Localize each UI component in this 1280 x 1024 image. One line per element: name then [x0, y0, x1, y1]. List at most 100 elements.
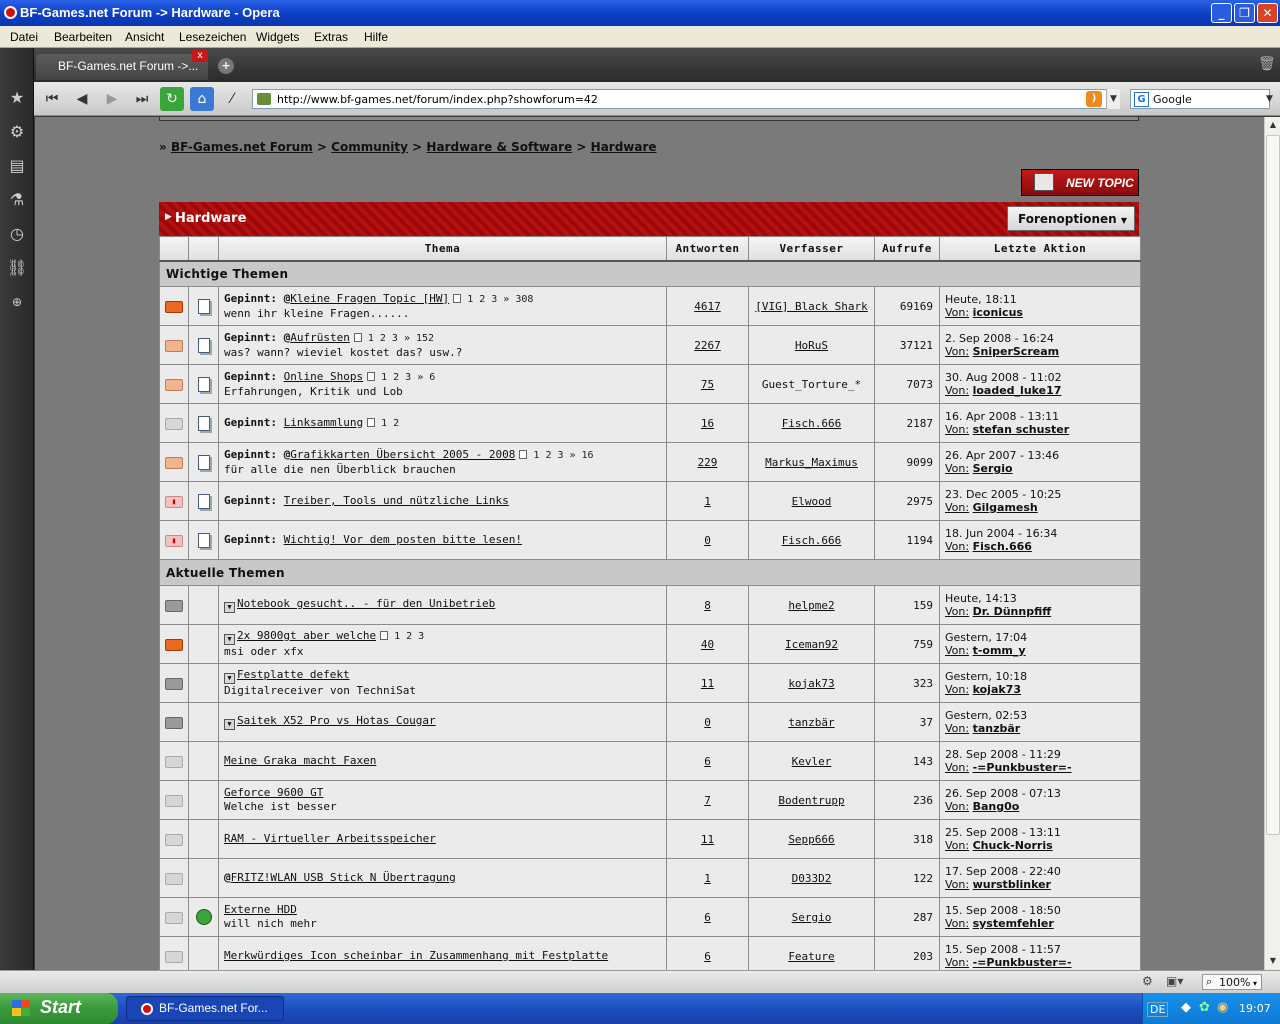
- last-poster-link[interactable]: iconicus: [973, 306, 1023, 319]
- author-link[interactable]: Feature: [788, 950, 834, 963]
- replies-link[interactable]: 6: [704, 911, 711, 924]
- topic-title-link[interactable]: Merkwürdiges Icon scheinbar in Zusammenh…: [224, 949, 608, 962]
- replies-link[interactable]: 0: [704, 534, 711, 547]
- close-button[interactable]: ✕: [1257, 3, 1278, 23]
- menu-datei[interactable]: Datei: [10, 30, 38, 44]
- last-poster-link[interactable]: Gilgamesh: [973, 501, 1038, 514]
- author-link[interactable]: HoRuS: [795, 339, 828, 352]
- last-poster-link[interactable]: -=Punkbuster=-: [973, 956, 1072, 969]
- menu-widgets[interactable]: Widgets: [256, 30, 299, 44]
- page-link[interactable]: 3: [557, 450, 563, 461]
- topic-title-link[interactable]: RAM - Virtueller Arbeitsspeicher: [224, 832, 436, 845]
- minimize-button[interactable]: _: [1211, 3, 1232, 23]
- page-link[interactable]: 2: [380, 333, 386, 344]
- topic-title-link[interactable]: Saitek X52 Pro vs Hotas Cougar: [237, 714, 436, 727]
- author-link[interactable]: kojak73: [788, 677, 834, 690]
- search-dropdown-icon[interactable]: ▼: [1266, 89, 1278, 109]
- author-link[interactable]: [VIG] Black Shark: [755, 300, 868, 313]
- replies-link[interactable]: 11: [701, 833, 714, 846]
- topic-title-link[interactable]: Geforce 9600 GT: [224, 786, 323, 799]
- last-poster-link[interactable]: Dr. Dünnpfiff: [973, 605, 1052, 618]
- page-link[interactable]: » 152: [404, 333, 434, 344]
- author-link[interactable]: Fisch.666: [782, 417, 842, 430]
- replies-link[interactable]: 6: [704, 950, 711, 963]
- author-link[interactable]: Fisch.666: [782, 534, 842, 547]
- topic-title-link[interactable]: FRITZ!WLAN USB Stick N Übertragung: [231, 871, 456, 884]
- windows-panel-icon[interactable]: ▤: [7, 156, 27, 176]
- tray-network-icon[interactable]: ✿: [1199, 1000, 1210, 1015]
- topic-title-link[interactable]: Festplatte defekt: [237, 668, 350, 681]
- language-indicator[interactable]: DE: [1147, 1002, 1169, 1017]
- last-poster-link[interactable]: stefan schuster: [973, 423, 1070, 436]
- last-poster-link[interactable]: Bang0o: [973, 800, 1020, 813]
- page-link[interactable]: 2: [393, 418, 399, 429]
- topic-title-link[interactable]: Online Shops: [284, 370, 363, 383]
- menu-extras[interactable]: Extras: [314, 30, 348, 44]
- author-link[interactable]: D033D2: [792, 872, 832, 885]
- tab-forum[interactable]: BF-Games.net Forum ->...: [36, 54, 208, 80]
- address-dropdown-icon[interactable]: ▼: [1106, 89, 1120, 109]
- topic-title-link[interactable]: Kleine Fragen Topic [HW]: [290, 292, 449, 305]
- page-link[interactable]: 2: [545, 450, 551, 461]
- reload-icon[interactable]: ↻: [160, 87, 184, 111]
- author-link[interactable]: tanzbär: [788, 716, 834, 729]
- scroll-down-icon[interactable]: ▼: [1266, 953, 1280, 969]
- page-link[interactable]: 2: [479, 294, 485, 305]
- col-thema[interactable]: Thema: [218, 236, 667, 262]
- rss-feed-icon[interactable]: ): [1086, 91, 1102, 107]
- author-link[interactable]: Bodentrupp: [778, 794, 844, 807]
- page-link[interactable]: 3: [392, 333, 398, 344]
- author-link[interactable]: Iceman92: [785, 638, 838, 651]
- window-titlebar[interactable]: BF-Games.net Forum -> Hardware - Opera _…: [0, 0, 1280, 26]
- replies-link[interactable]: 75: [701, 378, 714, 391]
- topic-title-link[interactable]: Linksammlung: [284, 416, 363, 429]
- start-button[interactable]: Start: [0, 993, 118, 1024]
- menu-bearbeiten[interactable]: Bearbeiten: [54, 30, 112, 44]
- page-link[interactable]: » 308: [503, 294, 533, 305]
- transfers-panel-icon[interactable]: ⚗: [7, 190, 27, 210]
- address-field[interactable]: http://www.bf-games.net/forum/index.php?…: [252, 89, 1120, 109]
- add-panel-icon[interactable]: ⊕: [7, 292, 27, 312]
- topic-title-link[interactable]: Notebook gesucht.. - für den Unibetrieb: [237, 597, 495, 610]
- last-poster-link[interactable]: Sergio: [973, 462, 1013, 475]
- replies-link[interactable]: 6: [704, 755, 711, 768]
- breadcrumb-hardware-software-link[interactable]: Hardware & Software: [426, 140, 572, 154]
- breadcrumb-forum-link[interactable]: BF-Games.net Forum: [171, 140, 313, 154]
- tray-diamond-icon[interactable]: ◆: [1181, 1000, 1191, 1015]
- settings-panel-icon[interactable]: ⚙: [7, 122, 27, 142]
- new-tab-button[interactable]: +: [218, 58, 234, 74]
- replies-link[interactable]: 8: [704, 599, 711, 612]
- topic-title-link[interactable]: 2x 9800gt aber welche: [237, 629, 376, 642]
- page-link[interactable]: 3: [491, 294, 497, 305]
- page-link[interactable]: 3: [418, 631, 424, 642]
- last-poster-link[interactable]: Fisch.666: [973, 540, 1032, 553]
- wand-icon[interactable]: ⁄: [220, 87, 244, 111]
- page-link[interactable]: 1: [533, 450, 539, 461]
- menu-hilfe[interactable]: Hilfe: [364, 30, 388, 44]
- links-panel-icon[interactable]: ⛓: [7, 258, 27, 278]
- page-link[interactable]: » 6: [417, 372, 435, 383]
- author-link[interactable]: Elwood: [792, 495, 832, 508]
- forum-options-button[interactable]: Forenoptionen ▼: [1007, 206, 1135, 231]
- last-poster-link[interactable]: tanzbär: [973, 722, 1021, 735]
- breadcrumb-community-link[interactable]: Community: [331, 140, 408, 154]
- page-link[interactable]: 1: [368, 333, 374, 344]
- author-link[interactable]: helpme2: [788, 599, 834, 612]
- fast-forward-icon[interactable]: ⏭: [130, 87, 154, 111]
- taskbar-opera-window[interactable]: BF-Games.net For...: [126, 996, 284, 1021]
- replies-link[interactable]: 0: [704, 716, 711, 729]
- new-topic-button[interactable]: NEW TOPIC: [1021, 169, 1139, 196]
- scroll-thumb[interactable]: [1266, 135, 1280, 835]
- last-poster-link[interactable]: systemfehler: [973, 917, 1054, 930]
- forward-icon[interactable]: ▶: [100, 87, 124, 111]
- tab-close-icon[interactable]: x: [192, 50, 208, 62]
- replies-link[interactable]: 16: [701, 417, 714, 430]
- page-link[interactable]: 1: [394, 631, 400, 642]
- home-icon[interactable]: ⌂: [190, 87, 214, 111]
- last-poster-link[interactable]: kojak73: [973, 683, 1021, 696]
- author-link[interactable]: Kevler: [792, 755, 832, 768]
- topic-title-link[interactable]: Grafikkarten Übersicht 2005 - 2008: [290, 448, 515, 461]
- topic-title-link[interactable]: Treiber, Tools und nützliche Links: [284, 494, 509, 507]
- page-link[interactable]: » 16: [570, 450, 594, 461]
- zoom-control[interactable]: ⌕ 100% ▾: [1202, 974, 1262, 990]
